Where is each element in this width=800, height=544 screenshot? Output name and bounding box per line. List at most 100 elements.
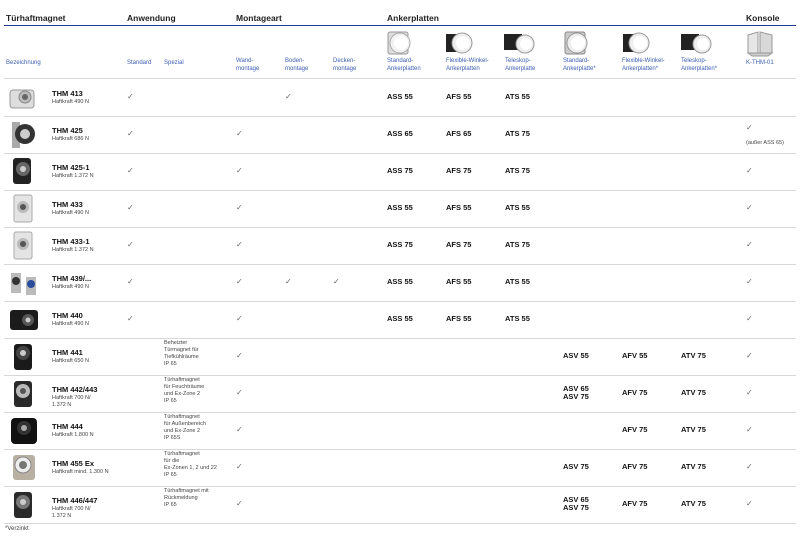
bracket-check-icon: ✓ xyxy=(746,425,753,434)
bracket-check-icon: ✓ xyxy=(746,314,753,323)
table-row: THM 446/447 Haftkraft 700 N/ 1.372 N Türha… xyxy=(4,486,796,524)
bracket-check-icon: ✓ xyxy=(746,240,753,249)
telescope-anchor-plate-zinc: ATV 75 xyxy=(681,425,706,434)
telescope-anchor-plate: ATS 55 xyxy=(505,203,530,212)
table-row: THM 440 Haftkraft 490 N ✓ ✓ ✓ ASS 55 AFS 55 ATS… xyxy=(4,301,796,339)
standard-anchor-plate: ASS 75 xyxy=(387,166,413,175)
bracket-check-icon: ✓ xyxy=(746,462,753,471)
telescope-anchor-plate-zinc: ATV 75 xyxy=(681,351,706,360)
thm-444-magnet-icon xyxy=(8,415,40,446)
bracket-icon xyxy=(746,29,778,57)
flex-anchor-plate-zinc: AFV 55 xyxy=(622,351,648,360)
thm-442-443-magnet-icon xyxy=(8,378,40,409)
bracket-check-icon: ✓ xyxy=(746,123,753,132)
flex-anchor-plate: AFS 55 xyxy=(446,277,472,286)
wall-mount-check-icon: ✓ xyxy=(236,314,243,323)
flex-anchor-plate: AFS 55 xyxy=(446,203,472,212)
holding-force: Haftkraft mind. 1.300 N xyxy=(52,469,109,475)
subheader-teleskop-ankerplatte: Teleskop- Ankerplatte xyxy=(505,58,536,72)
special-application: Türhaftmagnet für die Ex-Zonen 1, 2 und … xyxy=(164,451,217,478)
standard-anchor-plate-zinc: ASV 55 xyxy=(563,351,589,360)
telescope-anchor-plate-zinc: ATV 75 xyxy=(681,499,706,508)
thm-425-1-magnet-icon xyxy=(8,156,40,187)
telescope-anchor-plate-icon xyxy=(503,29,535,57)
standard-anchor-plate-zinc: ASV 65 ASV 75 xyxy=(563,495,589,512)
thm-439-magnet-icon xyxy=(8,267,40,298)
subheader-konsole: K-THM-01 xyxy=(746,60,774,66)
flex-anchor-plate: AFS 75 xyxy=(446,166,472,175)
standard-anchor-plate-icon xyxy=(385,29,417,57)
holding-force: Haftkraft 686 N xyxy=(52,136,89,142)
special-application: Türhaftmagnet mit Rückmeldung IP 65 xyxy=(164,488,209,508)
flex-anchor-plate-zinc: AFV 75 xyxy=(622,388,648,397)
product-name: THM 425-1 xyxy=(52,163,90,172)
subheader-standard-ankerplatte-zinc: Standard- Ankerplatte* xyxy=(563,58,596,72)
product-name: THM 439/... xyxy=(52,274,92,283)
holding-force: Haftkraft 1.372 N xyxy=(52,173,94,179)
group-anwendung: Anwendung xyxy=(127,13,176,23)
holding-force: Haftkraft 650 N xyxy=(52,358,89,364)
telescope-anchor-plate: ATS 75 xyxy=(505,240,530,249)
telescope-anchor-plate: ATS 55 xyxy=(505,92,530,101)
special-application: Türhaftmagnet für Feuchträume und Ex-Zon… xyxy=(164,377,205,404)
table-row: THM 439/... Haftkraft 490 N ✓ ✓ ✓ ✓ ✓ ASS 55 AFS… xyxy=(4,264,796,302)
table-row: THM 444 Haftkraft 1.800 N Türhaftmagnet fü… xyxy=(4,412,796,450)
subheader-standard-ankerplatten: Standard- Ankerplatten xyxy=(387,58,421,72)
subheader-teleskop-ankerplatten-zinc: Teleskop- Ankerplatten* xyxy=(681,58,718,72)
wall-mount-check-icon: ✓ xyxy=(236,425,243,434)
table-row: THM 413 Haftkraft 490 N ✓ ✓ ASS 55 AFS 55 ATS … xyxy=(4,79,796,117)
standard-anchor-plate-zinc: ASV 75 xyxy=(563,462,589,471)
ceiling-mount-check-icon: ✓ xyxy=(333,277,340,286)
subheader-bezeichnung: Bezeichnung xyxy=(6,60,41,66)
flex-anchor-plate: AFS 75 xyxy=(446,240,472,249)
subheader-wandmontage: Wand- montage xyxy=(236,58,260,72)
holding-force: Haftkraft 1.800 N xyxy=(52,432,94,438)
flex-anchor-plate-zinc-icon xyxy=(621,29,653,57)
table-row: THM 433 Haftkraft 490 N ✓ ✓ ✓ ASS 55 AFS 55 ATS… xyxy=(4,190,796,228)
wall-mount-check-icon: ✓ xyxy=(236,277,243,286)
group-ankerplatten: Ankerplatten xyxy=(387,13,439,23)
special-application: Türhaftmagnet für Außenbereich und Ex-Zo… xyxy=(164,414,206,441)
bracket-note: (außer ASS 65) xyxy=(746,140,784,146)
subheader-flex-ankerplatten-zinc: Flexible-Winkel- Ankerplatten* xyxy=(622,58,665,72)
holding-force: Haftkraft 490 N xyxy=(52,284,89,290)
flex-anchor-plate: AFS 65 xyxy=(446,129,472,138)
subheader-spezial: Spezial xyxy=(164,60,184,66)
thm-446-447-magnet-icon xyxy=(8,489,40,520)
standard-anchor-plate: ASS 55 xyxy=(387,314,413,323)
flex-anchor-plate: AFS 55 xyxy=(446,314,472,323)
holding-force: Haftkraft 490 N xyxy=(52,99,89,105)
table-row: THM 441 Haftkraft 650 N Beheizter Türmagne… xyxy=(4,338,796,376)
subheader-deckenmontage: Decken- montage xyxy=(333,58,357,72)
product-name: THM 433 xyxy=(52,200,83,209)
thm-433-magnet-icon xyxy=(8,193,40,224)
standard-check-icon: ✓ xyxy=(127,203,134,212)
wall-mount-check-icon: ✓ xyxy=(236,166,243,175)
flex-anchor-plate-zinc: AFV 75 xyxy=(622,425,648,434)
standard-check-icon: ✓ xyxy=(127,240,134,249)
bracket-check-icon: ✓ xyxy=(746,203,753,212)
subheader-standard: Standard xyxy=(127,60,152,66)
standard-anchor-plate: ASS 75 xyxy=(387,240,413,249)
thm-413-magnet-icon xyxy=(8,82,40,113)
bracket-check-icon: ✓ xyxy=(746,351,753,360)
wall-mount-check-icon: ✓ xyxy=(236,499,243,508)
telescope-anchor-plate-zinc-icon xyxy=(680,29,712,57)
standard-check-icon: ✓ xyxy=(127,314,134,323)
group-tuerhaftmagnet: Türhaftmagnet xyxy=(6,13,66,23)
wall-mount-check-icon: ✓ xyxy=(236,351,243,360)
table-row: THM 455 Ex Haftkraft mind. 1.300 N Türhaft… xyxy=(4,449,796,487)
telescope-anchor-plate-zinc: ATV 75 xyxy=(681,388,706,397)
bracket-check-icon: ✓ xyxy=(746,388,753,397)
holding-force: Haftkraft 700 N/ 1.372 N xyxy=(52,395,91,408)
header-rule xyxy=(4,25,796,26)
special-application: Beheizter Türmagnet für Tiefkühlräume IP… xyxy=(164,340,199,367)
bracket-check-icon: ✓ xyxy=(746,499,753,508)
standard-anchor-plate: ASS 55 xyxy=(387,203,413,212)
telescope-anchor-plate: ATS 75 xyxy=(505,129,530,138)
standard-anchor-plate: ASS 55 xyxy=(387,277,413,286)
holding-force: Haftkraft 490 N xyxy=(52,210,89,216)
thm-433-1-magnet-icon xyxy=(8,230,40,261)
flex-anchor-plate: AFS 55 xyxy=(446,92,472,101)
holding-force: Haftkraft 700 N/ 1.372 N xyxy=(52,506,91,519)
